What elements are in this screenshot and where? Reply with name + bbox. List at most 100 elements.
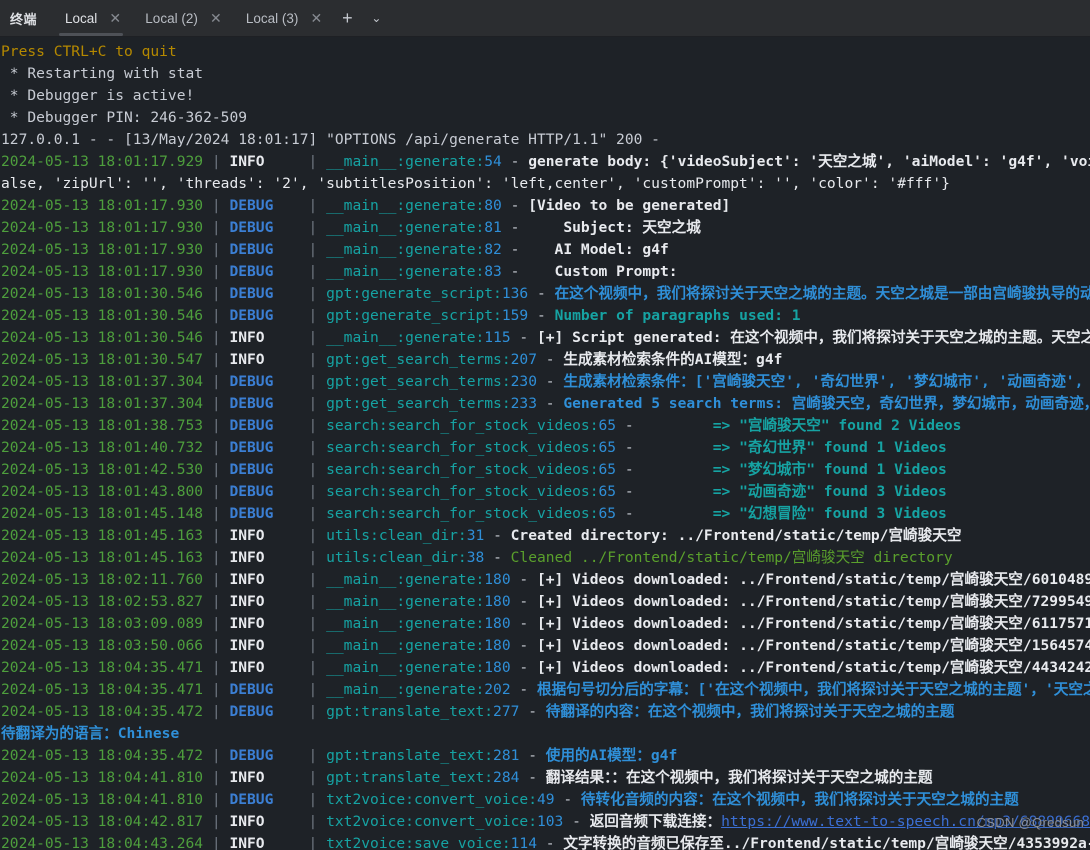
log-line: 2024-05-13 18:01:30.547 | INFO | gpt:get… [0,349,1090,371]
log-separator: - [616,505,643,522]
log-message: 待翻译的内容：在这个视频中，我们将探讨关于天空之城的主题 [545,703,955,720]
log-separator: - [536,395,564,412]
log-separator: | [299,769,327,786]
log-separator: | [203,813,230,830]
log-source: __main__:generate: [326,593,485,610]
log-timestamp: 2024-05-13 18:01:17.929 [1,153,204,170]
log-line: Press CTRL+C to quit [0,41,1090,63]
log-source: gpt:get_search_terms: [326,395,511,412]
log-timestamp: 2024-05-13 18:03:09.089 [1,615,204,632]
log-source: __main__:generate: [326,219,485,236]
log-message: [Video to be generated] [528,197,731,214]
log-separator: | [203,769,230,786]
log-source-line: 159 [501,307,529,324]
log-separator: | [299,263,327,280]
log-separator: | [203,593,230,610]
log-source-line: 31 [466,527,485,544]
log-source-line: 115 [484,329,511,346]
log-separator: | [203,571,230,588]
log-source: __main__:generate: [326,637,485,654]
log-level: INFO [229,571,300,588]
log-source-line: 54 [484,153,502,170]
close-icon[interactable]: ✕ [310,11,322,25]
log-source-line: 281 [493,747,520,764]
log-source: gpt:generate_script: [326,285,502,302]
log-timestamp: 2024-05-13 18:04:35.471 [1,681,204,698]
log-level: INFO [229,153,300,170]
close-icon[interactable]: ✕ [109,11,121,25]
log-line: 2024-05-13 18:02:11.760 | INFO | __main_… [0,569,1090,591]
log-text: * Restarting with stat [1,65,204,82]
log-source-line: 49 [536,791,555,808]
add-tab-icon[interactable]: + [332,0,362,36]
log-text: 127.0.0.1 - - [13/May/2024 18:01:17] "OP… [1,131,660,148]
terminal-output[interactable]: Press CTRL+C to quit * Restarting with s… [0,37,1090,850]
log-source-line: 202 [484,681,511,698]
log-level: INFO [229,637,300,654]
log-line: 2024-05-13 18:01:30.546 | DEBUG | gpt:ge… [0,283,1090,305]
log-separator: | [203,241,230,258]
log-source: search:search_for_stock_videos: [326,483,599,500]
log-separator: - [510,637,537,654]
log-timestamp: 2024-05-13 18:01:30.546 [1,285,204,302]
log-separator: | [203,373,230,390]
log-source: txt2voice:save_voice: [326,835,511,850]
log-level: DEBUG [229,461,300,478]
log-timestamp: 2024-05-13 18:01:42.530 [1,461,204,478]
tab-label: Local (3) [245,10,299,26]
log-line: 2024-05-13 18:04:43.264 | INFO | txt2voi… [0,833,1090,850]
log-separator: | [203,153,230,170]
chevron-down-icon[interactable]: ⌄ [362,0,390,36]
log-level: DEBUG [229,681,300,698]
log-timestamp: 2024-05-13 18:01:17.930 [1,197,204,214]
log-separator: | [299,373,327,390]
log-timestamp: 2024-05-13 18:01:45.148 [1,505,204,522]
log-separator: - [501,197,529,214]
log-source: gpt:translate_text: [326,703,494,720]
log-level: DEBUG [229,373,300,390]
log-separator: | [203,285,230,302]
log-source: __main__:generate: [326,615,485,632]
log-source-line: 82 [484,241,502,258]
log-line: 2024-05-13 18:01:17.930 | DEBUG | __main… [0,195,1090,217]
log-separator: | [299,197,327,214]
log-source-line: 81 [484,219,502,236]
log-message: Created directory: ../Frontend/static/te… [510,527,962,544]
log-level: INFO [229,593,300,610]
log-separator: | [299,527,327,544]
log-separator: | [299,417,327,434]
log-message: 待转化音频的内容：在这个视频中，我们将探讨关于天空之城的主题 [580,791,1019,808]
log-separator: - [501,241,529,258]
log-message: => "动画奇迹" found 3 Videos [642,483,947,500]
log-level: DEBUG [229,241,300,258]
log-line: 2024-05-13 18:02:53.827 | INFO | __main_… [0,591,1090,613]
log-line: 2024-05-13 18:04:35.472 | DEBUG | gpt:tr… [0,701,1090,723]
log-timestamp: 2024-05-13 18:02:53.827 [1,593,204,610]
log-separator: | [203,329,230,346]
tab-local-3[interactable]: Local (3) ✕ [232,0,333,36]
log-separator: - [554,791,581,808]
log-level: DEBUG [229,197,300,214]
log-level: INFO [229,329,300,346]
tab-local-2[interactable]: Local (2) ✕ [131,0,232,36]
log-source: gpt:translate_text: [326,747,494,764]
log-message: [+] Script generated: 在这个视频中，我们将探讨关于天空之城… [536,329,1090,346]
close-icon[interactable]: ✕ [210,11,222,25]
log-separator: | [203,461,230,478]
log-separator: - [484,527,511,544]
log-source: search:search_for_stock_videos: [326,417,599,434]
log-timestamp: 2024-05-13 18:01:30.547 [1,351,204,368]
log-timestamp: 2024-05-13 18:01:45.163 [1,527,204,544]
log-separator: | [299,285,327,302]
log-line: 2024-05-13 18:04:35.472 | DEBUG | gpt:tr… [0,745,1090,767]
log-line: * Debugger is active! [0,85,1090,107]
tab-label: Local [65,10,98,26]
log-source: __main__:generate: [326,241,485,258]
log-timestamp: 2024-05-13 18:02:11.760 [1,571,204,588]
log-timestamp: 2024-05-13 18:04:41.810 [1,769,204,786]
log-separator: | [203,197,230,214]
tab-local-1[interactable]: Local ✕ [51,0,131,36]
log-line: 2024-05-13 18:01:45.148 | DEBUG | search… [0,503,1090,525]
log-source-line: 180 [484,593,511,610]
log-separator: | [203,439,230,456]
